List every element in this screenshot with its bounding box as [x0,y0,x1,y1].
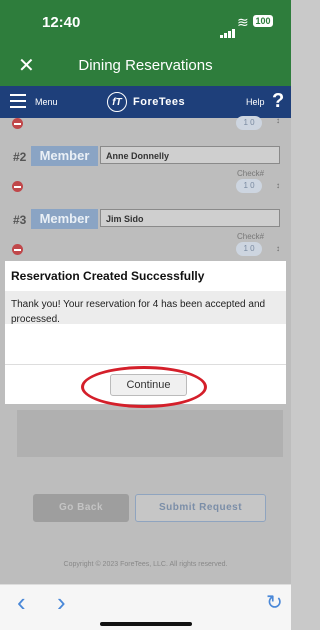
quantity-stepper[interactable]: 1 0 [236,116,262,130]
clock: 12:40 [42,14,81,31]
status-bar: 12:40 ≋ 100 [0,0,291,44]
stepper-arrows-icon[interactable]: ↕ [276,244,280,253]
remove-player-icon[interactable] [12,181,23,192]
foretees-logo-text: ForeTees [133,96,186,108]
dimmed-panel [17,410,283,457]
hamburger-menu-icon[interactable] [10,94,26,112]
dialog-title: Reservation Created Successfully [11,269,205,283]
player-name-field[interactable]: Anne Donnelly [100,146,280,164]
go-back-button[interactable]: Go Back [33,494,129,522]
foretees-logo-icon: fT [107,92,127,112]
player-type-button[interactable]: Member [31,209,98,229]
help-label[interactable]: Help [246,97,265,107]
submit-request-button[interactable]: Submit Request [135,494,266,522]
player-name-field[interactable]: Jim Sido [100,209,280,227]
player-type-button[interactable]: Member [31,146,98,166]
dialog-message-box: Thank you! Your reservation for 4 has be… [5,291,286,325]
check-label: Check# [237,169,265,178]
reload-icon[interactable]: ↻ [266,590,283,615]
signal-icon [220,20,236,38]
player-number: #2 [13,150,27,164]
highlight-ring [81,366,207,408]
back-arrow-icon[interactable]: ‹ [17,587,26,618]
quantity-stepper[interactable]: 1 0 [236,242,262,256]
wifi-icon: ≋ [237,14,249,30]
remove-player-icon[interactable] [12,244,23,255]
stepper-arrows-icon[interactable]: ↕ [276,181,280,190]
home-indicator[interactable] [100,622,192,626]
webview-header: ✕ Dining Reservations [0,44,291,86]
help-icon[interactable]: ? [272,90,284,113]
dialog-message: Thank you! Your reservation for 4 has be… [11,299,266,325]
check-label: Check# [237,232,265,241]
forward-arrow-icon[interactable]: › [57,587,66,618]
quantity-stepper[interactable]: 1 0 [236,179,262,193]
player-number: #3 [13,213,27,227]
remove-player-icon[interactable] [12,118,23,129]
menu-label[interactable]: Menu [35,97,58,107]
player-row: #2 Member Anne Donnelly Check# 1 0 ↕ [0,146,291,204]
divider [5,364,286,365]
copyright: Copyright © 2023 ForeTees, LLC. All righ… [63,561,228,568]
player-row: #3 Member Jim Sido Check# 1 0 ↕ [0,209,291,267]
battery-icon: 100 [253,15,273,27]
stepper-arrows-icon[interactable]: ↕ [276,116,280,125]
page-title: Dining Reservations [78,57,213,74]
